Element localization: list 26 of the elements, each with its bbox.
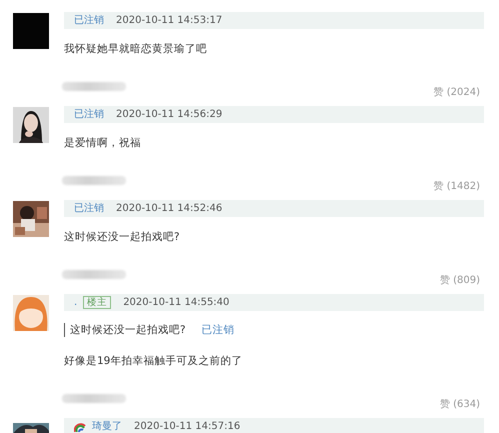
timestamp: 2020-10-11 14:53:17 <box>116 14 222 26</box>
author-badge: 楼主 <box>83 296 112 309</box>
blurred-name <box>62 394 126 403</box>
user-name-link[interactable]: 已注销 <box>74 108 104 120</box>
like-link[interactable]: 赞 (2024) <box>434 82 484 102</box>
comment-text: 我怀疑她早就暗恋黄景瑜了吧 <box>64 42 208 57</box>
timestamp: 2020-10-11 14:55:40 <box>123 296 230 308</box>
comment-text: 这时候还没一起拍戏吧? <box>64 230 181 245</box>
quoted-comment: 这时候还没一起拍戏吧? <box>70 323 186 337</box>
comment-text: 好像是19年拍幸福触手可及之前的了 <box>64 354 244 369</box>
user-name-link[interactable]: 已注销 <box>202 323 235 337</box>
like-link[interactable]: 赞 (1482) <box>434 176 484 196</box>
user-name-link[interactable]: 已注销 <box>74 202 104 214</box>
comment-text: 是爱情啊，祝福 <box>64 136 142 151</box>
blurred-name <box>62 270 126 279</box>
timestamp: 2020-10-11 14:56:29 <box>116 108 222 120</box>
timestamp: 2020-10-11 14:57:16 <box>134 420 240 432</box>
user-name-link[interactable]: 已注销 <box>74 14 104 26</box>
blurred-name <box>62 176 126 185</box>
avatar <box>13 13 49 49</box>
like-link[interactable]: 赞 (809) <box>440 270 484 290</box>
timestamp: 2020-10-11 14:52:46 <box>116 202 222 214</box>
blurred-name <box>62 82 126 91</box>
like-link[interactable]: 赞 (634) <box>440 394 484 414</box>
user-name-link[interactable]: . <box>74 296 78 308</box>
user-name-link[interactable]: 琦曼了 <box>92 420 122 432</box>
